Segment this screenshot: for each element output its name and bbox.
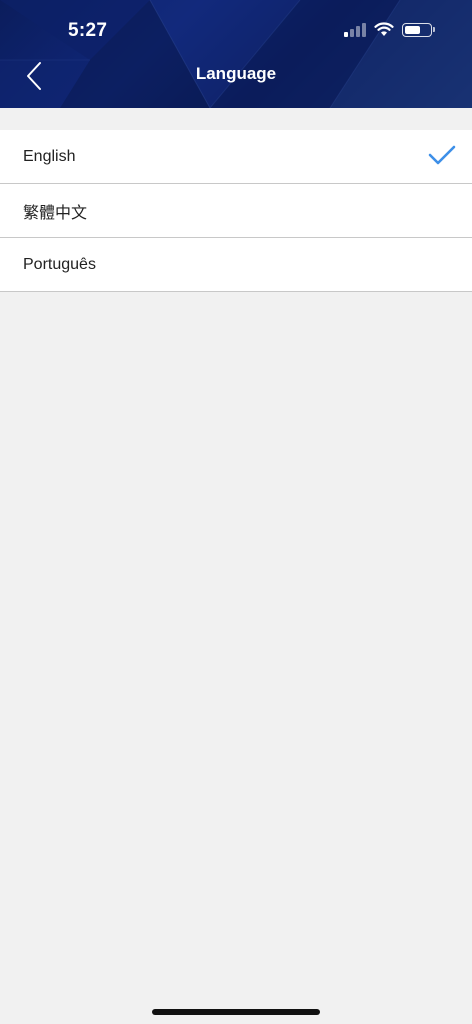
language-label: 繁體中文	[23, 204, 88, 222]
battery-icon	[402, 22, 435, 37]
status-icons	[344, 22, 435, 37]
language-label: English	[23, 147, 76, 165]
header-background-pattern	[0, 0, 472, 108]
page-title: Language	[195, 64, 277, 83]
navigation-header: 5:27 Language	[0, 0, 472, 108]
home-indicator[interactable]	[152, 1009, 320, 1015]
language-option-traditional-chinese[interactable]: 繁體中文	[0, 184, 472, 238]
language-list: English 繁體中文 Português	[0, 130, 472, 292]
language-option-english[interactable]: English	[0, 130, 472, 184]
signal-icon	[344, 22, 366, 37]
checkmark-icon	[428, 145, 456, 165]
language-option-portuguese[interactable]: Português	[0, 238, 472, 292]
language-label: Português	[23, 255, 96, 273]
status-time: 5:27	[68, 20, 108, 41]
wifi-icon	[374, 22, 394, 36]
